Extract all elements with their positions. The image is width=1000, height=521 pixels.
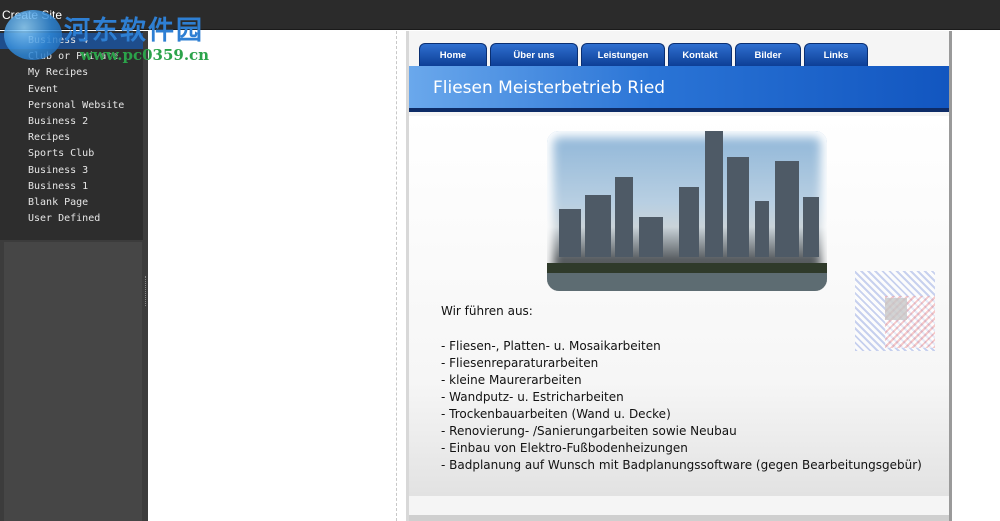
building-shape	[639, 217, 663, 257]
building-shape	[705, 131, 723, 257]
nav-tab--ber-uns[interactable]: Über uns	[490, 43, 578, 66]
nav-tab-bilder[interactable]: Bilder	[735, 43, 801, 66]
sidebar-item-business-2[interactable]: Business 2	[0, 114, 144, 130]
service-item: - Trockenbauarbeiten (Wand u. Decke)	[441, 407, 671, 421]
service-item: - kleine Maurerarbeiten	[441, 373, 582, 387]
skyline-photo	[547, 131, 827, 291]
sidebar-item-user-defined[interactable]: User Defined	[0, 211, 144, 227]
service-item: - Fliesen-, Platten- u. Mosaikarbeiten	[441, 339, 661, 353]
service-item: - Einbau von Elektro-Fußbodenheizungen	[441, 441, 688, 455]
template-sidebar: Business 4Club or PrivateMy RecipesEvent…	[0, 31, 148, 521]
sidebar-empty-panel	[4, 242, 142, 521]
watermark-url: www.pc0359.cn	[80, 46, 210, 64]
nav-tab-kontakt[interactable]: Kontakt	[668, 43, 732, 66]
nav-tab-links[interactable]: Links	[804, 43, 868, 66]
site-banner: Fliesen Meisterbetrieb Ried	[409, 66, 949, 112]
sidebar-item-business-3[interactable]: Business 3	[0, 163, 144, 179]
website-preview: Home Über uns Leistungen Kontakt Bilder Links…	[406, 31, 952, 521]
sidebar-item-business-1[interactable]: Business 1	[0, 179, 144, 195]
preview-canvas: Home Über uns Leistungen Kontakt Bilder Links…	[148, 31, 1000, 521]
site-title: Fliesen Meisterbetrieb Ried	[433, 78, 666, 98]
watermark-text: 河东软件园	[64, 16, 205, 46]
building-shape	[585, 195, 611, 257]
watermark-logo-icon	[4, 10, 62, 60]
building-shape	[615, 177, 633, 257]
service-item: - Fliesenreparaturarbeiten	[441, 356, 599, 370]
sidebar-item-personal-website[interactable]: Personal Website	[0, 98, 144, 114]
sidebar-item-recipes[interactable]: Recipes	[0, 130, 144, 146]
layout-guide-line	[396, 31, 397, 521]
service-item: - Renovierung- /Sanierungarbeiten sowie …	[441, 424, 737, 438]
splitter-grip-icon	[145, 276, 146, 306]
site-navigation: Home Über uns Leistungen Kontakt Bilder Links	[419, 43, 871, 66]
nav-tab-home[interactable]: Home	[419, 43, 487, 66]
building-shape	[775, 161, 799, 257]
building-shape	[559, 209, 581, 257]
services-heading: Wir führen aus:	[441, 304, 533, 318]
sidebar-item-sports-club[interactable]: Sports Club	[0, 146, 144, 162]
decor-square	[885, 298, 907, 320]
service-item: - Badplanung auf Wunsch mit Badplanungss…	[441, 458, 922, 472]
site-footer	[409, 515, 949, 521]
building-shape	[679, 187, 699, 257]
site-content: Wir führen aus: - Fliesen-, Platten- u. …	[409, 116, 949, 496]
service-item: - Wandputz- u. Estricharbeiten	[441, 390, 624, 404]
building-shape	[755, 201, 769, 257]
services-list: - Fliesen-, Platten- u. Mosaikarbeiten - …	[441, 338, 922, 474]
sidebar-item-event[interactable]: Event	[0, 82, 144, 98]
building-shape	[727, 157, 749, 257]
building-shape	[803, 197, 819, 257]
nav-tab-leistungen[interactable]: Leistungen	[581, 43, 665, 66]
sidebar-item-blank-page[interactable]: Blank Page	[0, 195, 144, 211]
river-shape	[547, 273, 827, 291]
bridge-shape	[547, 263, 827, 273]
sidebar-item-my-recipes[interactable]: My Recipes	[0, 65, 144, 81]
